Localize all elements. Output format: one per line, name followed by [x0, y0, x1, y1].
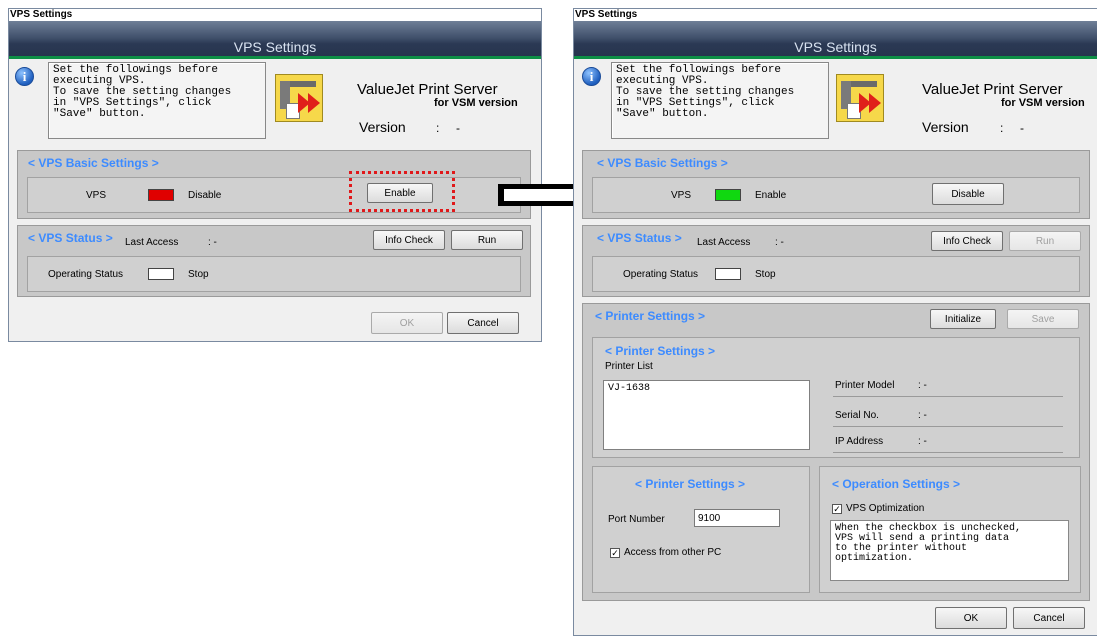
sub-group-header: < Printer Settings > — [635, 477, 746, 491]
last-access-label: Last Access — [125, 237, 179, 248]
access-from-other-pc-checkbox[interactable]: ✓ — [610, 548, 620, 558]
initialize-button[interactable]: Initialize — [930, 309, 996, 329]
printer-settings-group: < Printer Settings > Initialize Save < P… — [582, 303, 1090, 601]
right-vps-settings-window: VPS Settings VPS Settings i Set the foll… — [573, 8, 1097, 636]
product-logo-icon — [275, 74, 323, 122]
vps-label: VPS — [671, 190, 692, 201]
printer-list-panel: < Printer Settings > Printer List VJ-163… — [592, 337, 1080, 458]
run-button[interactable]: Run — [451, 230, 523, 250]
product-logo-icon — [836, 74, 884, 122]
window-title: VPS Settings — [574, 9, 1097, 21]
last-access-value: : - — [208, 237, 217, 248]
operating-status-row: Operating Status Stop — [27, 256, 521, 292]
info-icon: i — [582, 67, 601, 86]
product-subtitle: for VSM version — [1001, 97, 1085, 109]
product-name: ValueJet Print Server — [922, 81, 1063, 98]
vps-status-indicator — [148, 189, 174, 201]
printer-model-value: : - — [918, 380, 927, 391]
ok-button[interactable]: OK — [935, 607, 1007, 629]
operating-status-row: Operating Status Stop — [592, 256, 1080, 292]
vps-status-group: < VPS Status > Last Access : - Info Chec… — [17, 225, 531, 297]
cancel-button[interactable]: Cancel — [1013, 607, 1085, 629]
ip-address-label: IP Address — [835, 436, 884, 447]
vps-label: VPS — [86, 190, 107, 201]
product-subtitle: for VSM version — [434, 97, 518, 109]
version-value: - — [1020, 121, 1024, 135]
cancel-button[interactable]: Cancel — [447, 312, 519, 334]
vps-optimization-label: VPS Optimization — [846, 503, 925, 514]
ok-button[interactable]: OK — [371, 312, 443, 334]
list-item[interactable]: VJ-1638 — [608, 383, 805, 394]
highlight-box — [349, 171, 455, 212]
instructions-text: Set the followings before executing VPS.… — [611, 62, 829, 139]
serial-number-value: : - — [918, 410, 927, 421]
banner-stripe — [9, 56, 541, 59]
operating-status-label: Operating Status — [48, 269, 124, 280]
sub-group-header: < Operation Settings > — [832, 477, 961, 491]
instructions-text: Set the followings before executing VPS.… — [48, 62, 266, 139]
operating-status-indicator — [148, 268, 174, 280]
product-name: ValueJet Print Server — [357, 81, 498, 98]
serial-number-label: Serial No. — [835, 410, 879, 421]
basic-settings-row: VPS Enable Disable — [592, 177, 1080, 213]
vps-status-text: Enable — [755, 190, 787, 201]
disable-button[interactable]: Disable — [932, 183, 1004, 205]
info-check-button[interactable]: Info Check — [373, 230, 445, 250]
divider — [833, 426, 1063, 427]
operation-settings-panel: < Operation Settings > ✓ VPS Optimizatio… — [819, 466, 1081, 593]
port-number-input[interactable] — [694, 509, 780, 527]
version-separator: : — [1000, 121, 1004, 135]
info-icon: i — [15, 67, 34, 86]
version-value: - — [456, 121, 460, 135]
banner: VPS Settings — [574, 21, 1097, 59]
access-from-other-pc-label: Access from other PC — [624, 547, 722, 558]
vps-optimization-checkbox[interactable]: ✓ — [832, 504, 842, 514]
last-access-value: : - — [775, 237, 784, 248]
vps-status-indicator — [715, 189, 741, 201]
version-label: Version — [359, 119, 406, 135]
printer-list-label: Printer List — [605, 361, 653, 372]
banner-title: VPS Settings — [794, 39, 877, 55]
operating-status-value: Stop — [755, 269, 776, 280]
operating-status-value: Stop — [188, 269, 209, 280]
banner-title: VPS Settings — [233, 39, 317, 55]
port-settings-panel: < Printer Settings > Port Number ✓ Acces… — [592, 466, 810, 593]
left-vps-settings-window: VPS Settings VPS Settings i Set the foll… — [8, 8, 542, 342]
banner: VPS Settings — [9, 21, 541, 59]
last-access-label: Last Access — [697, 237, 751, 248]
run-button[interactable]: Run — [1009, 231, 1081, 251]
group-header: < VPS Basic Settings > — [28, 156, 159, 170]
info-check-button[interactable]: Info Check — [931, 231, 1003, 251]
divider — [833, 452, 1063, 453]
port-number-label: Port Number — [608, 514, 665, 525]
operating-status-label: Operating Status — [623, 269, 699, 280]
group-header: < Printer Settings > — [595, 309, 706, 323]
group-header: < VPS Status > — [597, 231, 682, 245]
version-label: Version — [922, 119, 969, 135]
divider — [833, 396, 1063, 397]
optimization-description: When the checkbox is unchecked, VPS will… — [830, 520, 1069, 581]
window-title: VPS Settings — [9, 9, 541, 21]
operating-status-indicator — [715, 268, 741, 280]
printer-model-label: Printer Model — [835, 380, 895, 391]
vps-basic-settings-group: < VPS Basic Settings > VPS Enable Disabl… — [582, 150, 1090, 219]
vps-status-text: Disable — [188, 190, 222, 201]
ip-address-value: : - — [918, 436, 927, 447]
sub-group-header: < Printer Settings > — [605, 344, 716, 358]
group-header: < VPS Status > — [28, 231, 113, 245]
version-separator: : — [436, 121, 440, 135]
save-button[interactable]: Save — [1007, 309, 1079, 329]
vps-status-group: < VPS Status > Last Access : - Info Chec… — [582, 225, 1090, 297]
printer-list[interactable]: VJ-1638 — [603, 380, 810, 450]
group-header: < VPS Basic Settings > — [597, 156, 728, 170]
banner-stripe — [574, 56, 1097, 59]
